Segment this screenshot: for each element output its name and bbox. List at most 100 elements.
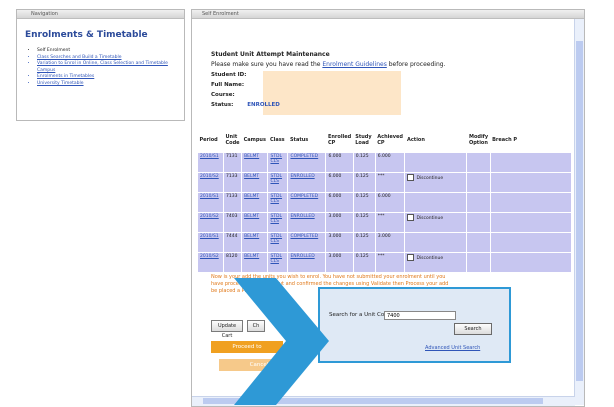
campus-link[interactable]: BELMT	[241, 192, 269, 213]
campus-link[interactable]: BELMT	[241, 232, 269, 253]
modify-option-cell	[466, 172, 491, 193]
discontinue-label: Discontinue	[416, 176, 444, 181]
table-row: 2010/S1 7133 BELMT STDL CLS COMPLETED 6.000 0.…	[197, 192, 573, 213]
vertical-scroll-thumb[interactable]	[576, 41, 583, 381]
discontinue-checkbox[interactable]	[407, 254, 415, 261]
period-link[interactable]: 2010/S1	[197, 192, 224, 213]
campus-link[interactable]: BELMT	[241, 252, 269, 273]
period-link[interactable]: 2010/S2	[197, 212, 224, 233]
advanced-unit-search-link[interactable]: Advanced Unit Search	[425, 345, 480, 351]
action-cell	[404, 192, 468, 213]
chevron-arrow-icon	[234, 278, 329, 405]
breach-cell	[489, 192, 573, 213]
enrolment-guidelines-link[interactable]: Enrolment Guidelines	[322, 61, 386, 68]
class-link[interactable]: STDL CLS	[267, 172, 289, 193]
table-row: 2010/S2 8120 BELMT STDL CLS ENROLLED 3.000 0.1…	[197, 252, 573, 273]
col-breach: Breach P	[492, 136, 518, 143]
enrolled-cp-cell: 6.000	[325, 152, 354, 173]
col-unit-code: Unit Code	[225, 133, 240, 146]
discontinue-label: Discontinue	[416, 256, 444, 261]
status-label-text: Status:	[211, 102, 234, 108]
campus-link[interactable]: BELMT	[241, 152, 269, 173]
class-link[interactable]: STDL CLS	[267, 152, 289, 173]
nav-menu: Self Enrolment Class Searches and Build …	[31, 48, 184, 87]
search-button[interactable]: Search	[454, 323, 492, 335]
status-link[interactable]: ENROLLED	[287, 252, 327, 273]
action-cell	[404, 232, 468, 253]
achieved-cp-cell: 3.000	[374, 232, 406, 253]
period-link[interactable]: 2010/S2	[197, 172, 224, 193]
navigation-panel-titlebar: Navigation	[17, 10, 184, 19]
status-link[interactable]: COMPLETED	[287, 192, 327, 213]
table-body: 2010/S1 7131 BELMT STDL CLS COMPLETED 6.000 0.…	[197, 152, 573, 273]
modify-option-cell	[466, 252, 491, 273]
col-achieved-cp: Achieved CP	[377, 133, 403, 146]
status-link[interactable]: ENROLLED	[287, 212, 327, 233]
class-link[interactable]: STDL CLS	[267, 212, 289, 233]
student-info: Student ID: Full Name: Course: Status: E…	[211, 71, 401, 115]
status-link[interactable]: ENROLLED	[287, 172, 327, 193]
intro-text: Please make sure you have read the Enrol…	[211, 61, 445, 68]
unit-search-popup: Search for a Unit Code: Search Advanced …	[318, 287, 511, 363]
breach-cell	[489, 172, 573, 193]
breach-cell	[489, 252, 573, 273]
breach-cell	[489, 212, 573, 233]
action-cell	[404, 152, 468, 173]
study-load-cell: 0.125	[352, 232, 376, 253]
class-link[interactable]: STDL CLS	[267, 192, 289, 213]
achieved-cp-cell: 6.000	[374, 192, 406, 213]
study-load-cell: 0.125	[352, 192, 376, 213]
enrolled-cp-cell: 3.000	[325, 212, 354, 233]
achieved-cp-cell: ***	[374, 212, 406, 233]
status-value: ENROLLED	[247, 102, 280, 108]
enrolled-cp-cell: 3.000	[325, 232, 354, 253]
course-label: Course:	[211, 92, 235, 98]
status-link[interactable]: COMPLETED	[287, 232, 327, 253]
enrolled-cp-cell: 6.000	[325, 192, 354, 213]
discontinue-checkbox[interactable]	[407, 174, 415, 181]
intro-text-after: before proceeding.	[388, 61, 446, 68]
status-label: Status: ENROLLED	[211, 102, 280, 108]
class-link[interactable]: STDL CLS	[267, 232, 289, 253]
unit-code-cell: 7133	[222, 192, 243, 213]
achieved-cp-cell: ***	[374, 252, 406, 273]
enrolled-cp-cell: 3.000	[325, 252, 354, 273]
achieved-cp-cell: ***	[374, 172, 406, 193]
achieved-cp-cell: 6.000	[374, 152, 406, 173]
class-link[interactable]: STDL CLS	[267, 252, 289, 273]
col-modify-option: Modify Option	[468, 133, 489, 146]
table-row: 2010/S2 7133 BELMT STDL CLS ENROLLED 6.000 0.1…	[197, 172, 573, 193]
vertical-scrollbar[interactable]	[574, 19, 584, 405]
action-cell: Discontinue	[404, 212, 468, 233]
period-link[interactable]: 2010/S1	[197, 152, 224, 173]
period-link[interactable]: 2010/S2	[197, 252, 224, 273]
main-panel-titlebar: Self Enrolment	[192, 10, 584, 19]
col-status: Status	[289, 136, 309, 143]
navigation-panel: Navigation Enrolments & Timetable Self E…	[16, 9, 185, 121]
discontinue-checkbox[interactable]	[407, 214, 415, 221]
unit-code-search-input[interactable]	[384, 311, 456, 320]
campus-link[interactable]: BELMT	[241, 172, 269, 193]
table-header-row: Period Unit Code Campus Class Status Enr…	[198, 127, 572, 153]
col-class: Class	[269, 136, 285, 143]
study-load-cell: 0.125	[352, 152, 376, 173]
campus-link[interactable]: BELMT	[241, 212, 269, 233]
table-row: 2010/S1 7444 BELMT STDL CLS COMPLETED 3.000 0.…	[197, 232, 573, 253]
discontinue-label: Discontinue	[416, 216, 444, 221]
unit-code-cell: 7131	[222, 152, 243, 173]
unit-code-cell: 7444	[222, 232, 243, 253]
table-row: 2010/S1 7131 BELMT STDL CLS COMPLETED 6.000 0.…	[197, 152, 573, 173]
status-link[interactable]: COMPLETED	[287, 152, 327, 173]
nav-item-university-timetable[interactable]: University Timetable	[37, 81, 184, 88]
unit-attempt-table: Period Unit Code Campus Class Status Enr…	[197, 127, 573, 273]
col-campus: Campus	[243, 136, 266, 143]
action-cell: Discontinue	[404, 172, 468, 193]
study-load-cell: 0.125	[352, 252, 376, 273]
intro-text-before: Please make sure you have read the	[211, 61, 321, 68]
nav-item-variation-to-enrol[interactable]: Variation to Enrol in Online, Class Sele…	[37, 61, 184, 74]
action-cell: Discontinue	[404, 252, 468, 273]
unit-code-cell: 7133	[222, 172, 243, 193]
modify-option-cell	[466, 232, 491, 253]
unit-code-cell: 8120	[222, 252, 243, 273]
period-link[interactable]: 2010/S1	[197, 232, 224, 253]
